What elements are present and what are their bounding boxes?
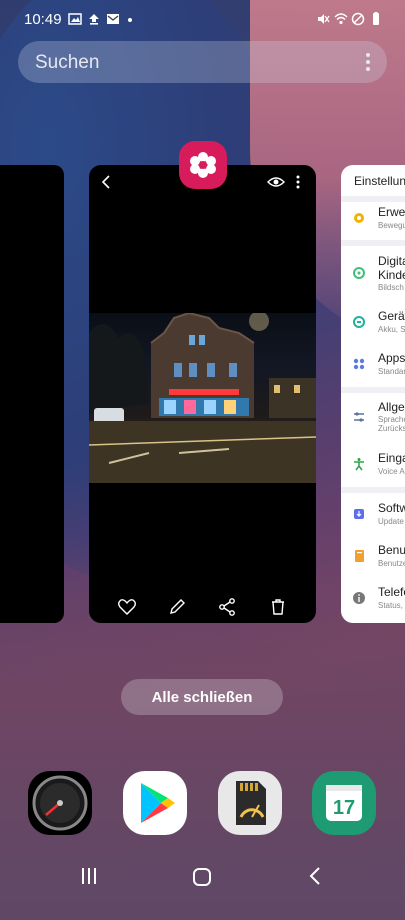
- settings-title: Einstellungen: [354, 174, 405, 188]
- settings-item-geraet[interactable]: Gerät Akku, S: [341, 305, 405, 349]
- search-placeholder: Suchen: [35, 52, 100, 73]
- settings-item-allgemein[interactable]: Allger Sprache Zurücks: [341, 396, 405, 442]
- back-icon[interactable]: [306, 866, 324, 886]
- settings-item-erweitert[interactable]: Erweit Bewegu: [341, 201, 405, 245]
- edit-pencil-icon[interactable]: [166, 596, 188, 618]
- settings-item-eingabe[interactable]: Einga Voice A: [341, 447, 405, 491]
- play-store-icon[interactable]: [123, 771, 187, 835]
- settings-item-title: Erweit: [378, 205, 405, 219]
- settings-item-subtitle-line2: Zurücks: [378, 424, 405, 433]
- settings-item-subtitle: Standar: [378, 367, 405, 376]
- share-icon[interactable]: [216, 596, 238, 618]
- settings-item-subtitle: Benutze: [378, 559, 405, 568]
- settings-item-software[interactable]: Softw Update: [341, 497, 405, 541]
- delete-trash-icon[interactable]: [267, 596, 289, 618]
- settings-item-title: Telefo: [378, 585, 405, 599]
- info-icon: [353, 592, 365, 604]
- settings-item-apps[interactable]: Apps Standar: [341, 347, 405, 391]
- home-icon[interactable]: [191, 866, 213, 888]
- settings-item-telefon[interactable]: Telefo Status,: [341, 581, 405, 623]
- recent-app-card-settings[interactable]: Einstellungen Erweit Bewegu Digita Kinde…: [341, 165, 405, 623]
- battery-icon: [373, 12, 379, 25]
- accessibility-icon: [354, 458, 364, 471]
- gallery-flower-icon[interactable]: [179, 141, 227, 189]
- settings-item-title: Gerät: [378, 309, 405, 323]
- settings-item-digital[interactable]: Digita Kinder Bildsch: [341, 250, 405, 296]
- upload-icon: [89, 14, 99, 25]
- settings-item-subtitle: Update: [378, 517, 404, 526]
- recent-app-card-gallery[interactable]: [89, 165, 316, 623]
- settings-item-title: Digita: [378, 254, 405, 268]
- wifi-icon: [334, 13, 348, 25]
- back-arrow-icon[interactable]: [98, 173, 116, 191]
- calendar-icon[interactable]: 17: [312, 771, 376, 835]
- settings-item-title: Apps: [378, 351, 405, 365]
- more-vertical-icon[interactable]: [289, 173, 307, 191]
- mail-notification-icon: [107, 14, 119, 24]
- settings-item-subtitle: Status,: [378, 601, 403, 610]
- search-bar[interactable]: Suchen: [18, 41, 387, 83]
- sliders-icon: [354, 412, 364, 422]
- more-options-icon[interactable]: [365, 53, 371, 71]
- eye-icon[interactable]: [267, 173, 285, 191]
- device-care-icon: [353, 316, 365, 328]
- image-notification-icon: [68, 13, 82, 25]
- settings-item-subtitle: Bildsch: [378, 283, 404, 292]
- heart-icon[interactable]: [116, 596, 138, 618]
- speedometer-app-icon[interactable]: [28, 771, 92, 835]
- settings-item-subtitle: Bewegu: [378, 221, 405, 230]
- recent-app-card-left[interactable]: [0, 165, 64, 623]
- mute-icon: [318, 14, 330, 24]
- sd-card-speed-icon[interactable]: [218, 771, 282, 835]
- status-bar: 10:49: [0, 0, 405, 40]
- navigation-bar: [0, 850, 405, 900]
- settings-item-title-line2: Kinder: [378, 268, 405, 282]
- apps-grid-icon: [353, 358, 365, 370]
- settings-item-title: Softw: [378, 501, 405, 515]
- settings-item-subtitle: Sprache: [378, 415, 405, 424]
- more-notifications-dot-icon: [128, 18, 132, 22]
- no-sim-icon: [351, 12, 365, 26]
- photo-night-building: [89, 311, 316, 483]
- settings-item-benutzer[interactable]: Benut Benutze: [341, 539, 405, 583]
- settings-item-title: Einga: [378, 451, 405, 465]
- settings-item-subtitle: Akku, S: [378, 325, 405, 334]
- recent-apps-icon[interactable]: [79, 867, 99, 885]
- settings-item-subtitle: Voice A: [378, 467, 405, 476]
- close-all-button[interactable]: Alle schließen: [121, 679, 283, 715]
- gear-plus-icon: [354, 213, 364, 223]
- software-update-icon: [354, 509, 364, 519]
- settings-item-title: Benut: [378, 543, 405, 557]
- digital-wellbeing-icon: [353, 267, 365, 279]
- calendar-day: 17: [333, 797, 355, 819]
- settings-item-title: Allger: [378, 400, 405, 414]
- user-manual-icon: [355, 550, 364, 562]
- status-time: 10:49: [24, 11, 62, 28]
- close-all-label: Alle schließen: [151, 688, 253, 706]
